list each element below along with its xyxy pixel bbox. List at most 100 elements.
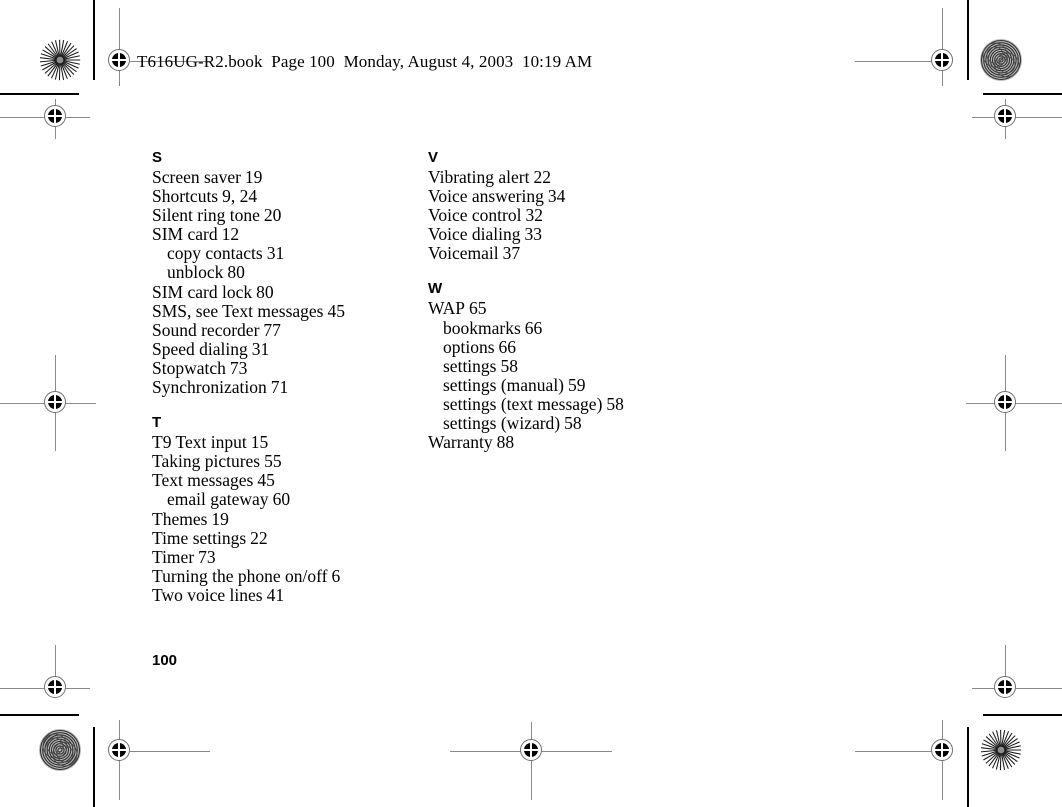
registration-target-right-upper	[983, 94, 1029, 140]
registration-notch-horizontal	[523, 749, 539, 751]
trim-rule-bottom-right	[983, 714, 1062, 716]
index-entry-pages: 45	[257, 470, 275, 491]
index-entry[interactable]: Speed dialing 31	[152, 338, 424, 359]
index-entry-label: Voice control	[428, 205, 522, 226]
index-entry[interactable]: Screen saver 19	[152, 167, 424, 187]
index-entry-pages: 55	[264, 451, 282, 472]
index-entry[interactable]: Turning the phone on/off 6	[152, 565, 424, 586]
index-entry-label: Silent ring tone	[152, 205, 260, 226]
registration-notch-horizontal	[997, 401, 1013, 403]
index-group-v: V Vibrating alert 22 Voice answering 34 Voice…	[428, 148, 700, 263]
index-subentry[interactable]: options 66	[428, 337, 700, 357]
index-entry-label: SIM card	[152, 224, 218, 245]
index-entry[interactable]: Voice dialing 33	[428, 225, 700, 244]
index-entry-pages: 9, 24	[222, 186, 258, 207]
registration-target-bottom-center	[509, 728, 555, 774]
index-entry-pages: 31	[251, 338, 270, 359]
registration-target-top-right	[920, 38, 966, 84]
index-entry-pages: 58	[606, 393, 624, 414]
index-entry-label: Sound recorder	[152, 319, 260, 340]
index-entry-pages: 31	[266, 243, 285, 264]
index-entry-pages: 60	[272, 489, 291, 510]
index-entry-label: Voice answering	[428, 186, 544, 207]
index-entry-label: Text messages	[152, 470, 254, 491]
index-entry[interactable]: Taking pictures 55	[152, 452, 424, 471]
index-entry[interactable]: Stopwatch 73	[152, 357, 424, 378]
index-entry[interactable]: Shortcuts 9, 24	[152, 187, 424, 206]
index-subentry[interactable]: settings (wizard) 58	[428, 413, 700, 433]
trim-rule-right-lower	[967, 727, 969, 807]
index-entry[interactable]: Themes 19	[152, 508, 424, 529]
index-entry-label: Time settings	[152, 527, 247, 548]
index-entry-label: settings (text message)	[443, 393, 603, 414]
index-entry[interactable]: Silent ring tone 20	[152, 206, 424, 225]
index-entry[interactable]: Vibrating alert 22	[428, 167, 700, 187]
index-entry-pages: 33	[524, 224, 543, 245]
index-subentry[interactable]: bookmarks 66	[428, 317, 700, 338]
index-subentry[interactable]: settings (manual) 59	[428, 374, 700, 395]
index-entry-pages: 58	[500, 355, 518, 376]
index-entry-label: email gateway	[167, 489, 269, 510]
index-subentry[interactable]: settings (text message) 58	[428, 393, 700, 414]
index-entry-label: Themes	[152, 508, 208, 529]
index-entry-pages: 12	[221, 224, 240, 245]
index-entry[interactable]: Text messages 45	[152, 471, 424, 490]
index-entry-label: bookmarks	[443, 317, 521, 338]
index-columns: S Screen saver 19 Shortcuts 9, 24 Silent ring…	[152, 148, 872, 605]
index-entry-pages: 88	[496, 432, 515, 453]
index-entry[interactable]: Two voice lines 41	[152, 584, 424, 605]
index-letter-heading: T	[152, 414, 162, 432]
index-entry-label: Stopwatch	[152, 357, 226, 378]
registration-target-left-middle	[33, 380, 79, 426]
index-subentry[interactable]: copy contacts 31	[152, 244, 424, 263]
index-entry[interactable]: Timer 73	[152, 546, 424, 567]
registration-notch-horizontal	[47, 401, 63, 403]
index-entry-pages: 22	[533, 167, 551, 187]
index-subentry[interactable]: email gateway 60	[152, 490, 424, 509]
registration-notch-horizontal	[934, 749, 950, 751]
index-entry[interactable]: Voicemail 37	[428, 244, 700, 263]
registration-notch-horizontal	[997, 686, 1013, 688]
index-entry-label: Warranty	[428, 432, 493, 453]
index-entry-pages: 73	[229, 357, 248, 378]
index-column-left: S Screen saver 19 Shortcuts 9, 24 Silent ring…	[152, 148, 424, 605]
index-entry[interactable]: T9 Text input 15	[152, 433, 424, 452]
index-entry[interactable]: SIM card lock 80	[152, 282, 424, 302]
index-entry-pages: 77	[263, 319, 281, 340]
registration-target-left-upper	[33, 94, 79, 140]
index-entry-label: Turning the phone on/off	[152, 565, 328, 586]
index-entry[interactable]: Synchronization 71	[152, 377, 424, 398]
index-entry[interactable]: Warranty 88	[428, 433, 700, 452]
index-entry-pages: 19	[244, 167, 263, 187]
index-entry-label: copy contacts	[167, 243, 263, 264]
index-entry-label: WAP	[428, 298, 465, 319]
index-entry-label: T9 Text input	[152, 432, 247, 453]
document-header-stamp: T616UG-R2.book Page 100 Monday, August 4…	[137, 52, 593, 71]
index-entry-pages: 32	[525, 205, 543, 226]
index-group-s: S Screen saver 19 Shortcuts 9, 24 Silent ring…	[152, 148, 424, 397]
index-entry-label: Synchronization	[152, 377, 267, 398]
index-entry[interactable]: Voice control 32	[428, 206, 700, 225]
index-entry-pages: 15	[250, 432, 269, 453]
index-entry-label: Taking pictures	[152, 451, 261, 472]
index-subentry[interactable]: unblock 80	[152, 263, 424, 282]
registration-target-right-middle	[983, 380, 1029, 426]
index-entry-label: Two voice lines	[152, 584, 263, 605]
index-entry-pages: 59	[568, 374, 586, 395]
index-entry[interactable]: WAP 65	[428, 299, 700, 318]
index-entry[interactable]: Time settings 22	[152, 527, 424, 548]
index-entry[interactable]: SMS, see Text messages 45	[152, 301, 424, 321]
trim-rule-bottom-left	[0, 714, 79, 716]
index-subentry[interactable]: settings 58	[428, 355, 700, 376]
index-entry-label: Voice dialing	[428, 224, 521, 245]
index-entry-pages: 73	[198, 546, 216, 567]
index-entry-pages: 80	[227, 262, 245, 283]
registration-target-bottom-left	[97, 728, 143, 774]
document-page: T616UG-R2.book Page 100 Monday, August 4…	[0, 0, 1062, 807]
index-entry[interactable]: Voice answering 34	[428, 187, 700, 206]
index-column-right: V Vibrating alert 22 Voice answering 34 Voice…	[428, 148, 700, 452]
index-entry[interactable]: Sound recorder 77	[152, 319, 424, 340]
index-entry-pages: 65	[468, 298, 487, 319]
index-group-w: W WAP 65 bookmarks 66 options 66 settings 58 sett…	[428, 279, 700, 452]
index-entry[interactable]: SIM card 12	[152, 225, 424, 244]
